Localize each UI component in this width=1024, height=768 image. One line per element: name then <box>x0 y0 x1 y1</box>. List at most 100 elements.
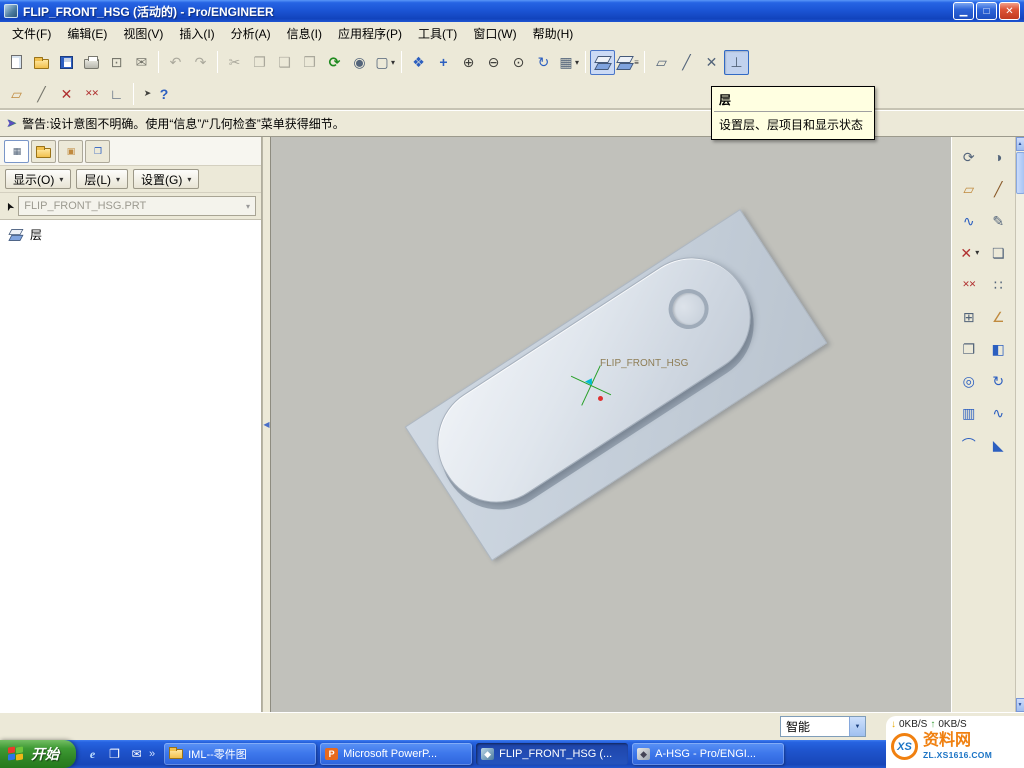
menu-analysis[interactable]: 分析(A) <box>223 22 279 45</box>
new-file-button[interactable] <box>4 50 29 75</box>
open-file-button[interactable] <box>29 50 54 75</box>
csys-tool-button[interactable]: ∟ <box>104 81 129 106</box>
revolve-tool-button[interactable]: ↻ <box>984 369 1014 392</box>
menu-bar: 文件(F) 编辑(E) 视图(V) 插入(I) 分析(A) 信息(I) 应用程序… <box>0 22 1024 45</box>
chevron-down-icon: ▾ <box>116 175 120 184</box>
zoom-out-button[interactable]: ⊖ <box>481 50 506 75</box>
taskbar: 开始 e ❐ ✉ » IML--零件图 P Microsoft PowerP..… <box>0 740 1024 768</box>
saved-views-button[interactable]: ▦▾ <box>556 50 581 75</box>
combo-arrow-button[interactable]: ▼ <box>849 717 865 736</box>
hole-tool-button[interactable]: ◎ <box>954 369 984 392</box>
settings-dropdown-button[interactable]: 设置(G)▾ <box>133 169 199 189</box>
zoom-in-button[interactable]: ⊕ <box>456 50 481 75</box>
menu-applications[interactable]: 应用程序(P) <box>330 22 410 45</box>
layers-button[interactable] <box>590 50 615 75</box>
extrude-tool-button[interactable]: ◧ <box>984 337 1014 360</box>
layer-dropdown-button[interactable]: 层(L)▾ <box>76 169 128 189</box>
scrollbar-thumb[interactable] <box>1016 152 1024 194</box>
datum-point-tool-button[interactable]: ✕▾ <box>954 241 984 264</box>
find-button[interactable]: ◉ <box>347 50 372 75</box>
shell-tool-button[interactable]: ▥ <box>954 401 984 424</box>
refit-button[interactable]: ⊙ <box>506 50 531 75</box>
layer-tree-root-item[interactable]: 层 <box>7 225 254 243</box>
minimize-button[interactable]: ▁ <box>953 2 974 20</box>
view-manager-button[interactable]: ❖ <box>406 50 431 75</box>
redraw-tool-button[interactable]: ⟳ <box>954 145 984 168</box>
pattern-tool-button[interactable]: ∷ <box>984 273 1014 296</box>
send-mail-button[interactable]: ✉ <box>129 50 154 75</box>
mail-shortcut-icon[interactable]: ✉ <box>127 745 146 764</box>
start-button[interactable]: 开始 <box>0 740 76 768</box>
favorites-tab[interactable]: ▣ <box>58 140 83 163</box>
datum-points-toggle[interactable]: ✕ <box>699 50 724 75</box>
scroll-down-button[interactable]: ▼ <box>1016 698 1024 712</box>
graphics-viewport[interactable]: ◀ FLIP_FRONT_HSG <box>271 137 951 712</box>
menu-file[interactable]: 文件(F) <box>4 22 59 45</box>
taskbar-item-a-hsg[interactable]: ◆ A-HSG - Pro/ENGI... <box>632 743 784 765</box>
redo-button[interactable]: ↷ <box>188 50 213 75</box>
draft-tool-button[interactable]: ∠ <box>984 305 1014 328</box>
print-preview-button[interactable]: ⊡ <box>104 50 129 75</box>
centerline-button[interactable]: ╱ <box>29 81 54 106</box>
menu-insert[interactable]: 插入(I) <box>171 22 222 45</box>
show-dropdown-button[interactable]: 显示(O)▾ <box>5 169 71 189</box>
folder-browser-tab[interactable] <box>31 140 56 163</box>
csys-display-toggle[interactable]: ⊥ <box>724 50 749 75</box>
sketch-tool-button[interactable]: ✎ <box>984 209 1014 232</box>
spin-center-button[interactable]: + <box>431 50 456 75</box>
save-button[interactable] <box>54 50 79 75</box>
round-tool-button[interactable]: ⌒ <box>954 433 984 456</box>
point-field-tool-button[interactable]: ✕✕ <box>954 273 984 296</box>
print-button[interactable] <box>79 50 104 75</box>
reorient-button[interactable]: ↻ <box>531 50 556 75</box>
menu-info[interactable]: 信息(I) <box>279 22 330 45</box>
regenerate-button[interactable]: ⟳ <box>322 50 347 75</box>
chevron-down-icon: ▾ <box>975 248 979 257</box>
hole-icon: ◎ <box>961 372 977 389</box>
copy-geometry-tool-button[interactable]: ❐ <box>954 337 984 360</box>
toolbar-separator <box>158 51 159 73</box>
chevron-more-icon[interactable]: » <box>149 748 155 760</box>
navigator-panel: ▦ ▣ ❐ 显示(O)▾ 层(L)▾ 设置(G)▾ ➤ FLIP_FRONT_H… <box>0 137 262 712</box>
menu-window[interactable]: 窗口(W) <box>465 22 524 45</box>
menu-edit[interactable]: 编辑(E) <box>59 22 115 45</box>
cut-button[interactable]: ✂ <box>222 50 247 75</box>
undo-button[interactable]: ↶ <box>163 50 188 75</box>
point-array-button[interactable]: ✕✕ <box>79 81 104 106</box>
paste-button[interactable]: ❑ <box>272 50 297 75</box>
menu-help[interactable]: 帮助(H) <box>525 22 582 45</box>
context-help-button[interactable]: ➤? <box>138 81 173 106</box>
paste-special-button[interactable]: ❒ <box>297 50 322 75</box>
menu-view[interactable]: 视图(V) <box>115 22 171 45</box>
chamfer-tool-button[interactable]: ◣ <box>984 433 1014 456</box>
active-model-combo[interactable]: FLIP_FRONT_HSG.PRT ▾ <box>18 196 256 216</box>
grid-tool-button[interactable]: ⊞ <box>954 305 984 328</box>
datum-curve-tool-button[interactable]: ∿ <box>954 209 984 232</box>
right-scrollbar[interactable]: ▲ ▼ <box>1015 137 1024 712</box>
maximize-button[interactable]: □ <box>976 2 997 20</box>
scroll-up-button[interactable]: ▲ <box>1016 137 1024 151</box>
layer-settings-button[interactable]: ≡ <box>615 50 640 75</box>
close-button[interactable]: ✕ <box>999 2 1020 20</box>
selection-filter-combo[interactable]: 智能 ▼ <box>780 716 866 737</box>
show-desktop-icon[interactable]: ❐ <box>105 745 124 764</box>
connections-tab[interactable]: ❐ <box>85 140 110 163</box>
copy-button[interactable]: ❐ <box>247 50 272 75</box>
internet-explorer-icon[interactable]: e <box>83 745 102 764</box>
taskbar-item-powerpoint[interactable]: P Microsoft PowerP... <box>320 743 472 765</box>
model-tree-tab[interactable]: ▦ <box>4 140 29 163</box>
datum-axes-toggle[interactable]: ╱ <box>674 50 699 75</box>
taskbar-item-flip-front-hsg[interactable]: ◆ FLIP_FRONT_HSG (... <box>476 743 628 765</box>
panel-splitter[interactable]: ◀ <box>262 137 271 712</box>
reference-tool-button[interactable]: ❏ <box>984 241 1014 264</box>
taskbar-item-iml[interactable]: IML--零件图 <box>164 743 316 765</box>
datum-axis-tool-button[interactable]: ╱ <box>984 177 1014 200</box>
display-mode-tool-button[interactable]: ◑ <box>984 145 1014 168</box>
point-tool-button[interactable]: ✕ <box>54 81 79 106</box>
datum-planes-toggle[interactable]: ▱ <box>649 50 674 75</box>
sweep-tool-button[interactable]: ∿ <box>984 401 1014 424</box>
menu-tools[interactable]: 工具(T) <box>410 22 465 45</box>
sketch-plane-button[interactable]: ▱ <box>4 81 29 106</box>
datum-plane-tool-button[interactable]: ▱ <box>954 177 984 200</box>
selection-filter-button[interactable]: ▢▾ <box>372 50 397 75</box>
